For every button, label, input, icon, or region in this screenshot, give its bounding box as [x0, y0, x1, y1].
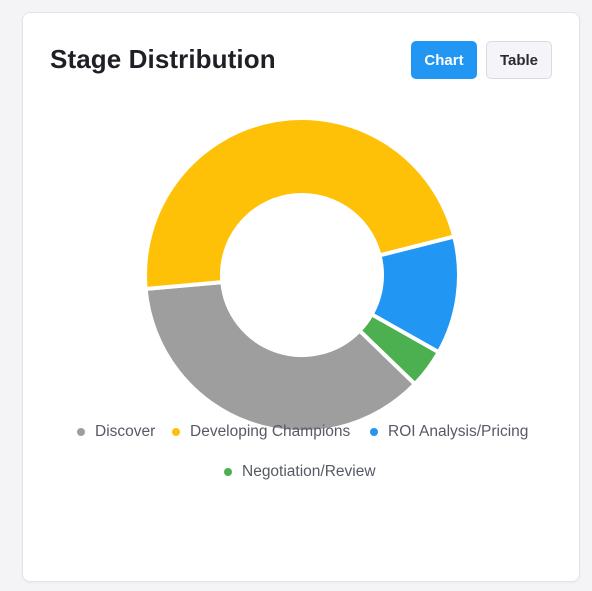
stage-distribution-card: Stage Distribution Chart Table Discover …: [22, 12, 580, 582]
legend-item-discover[interactable]: Discover: [77, 423, 155, 441]
legend-swatch-negotiation-review: [224, 468, 232, 476]
legend-label-developing-champions: Developing Champions: [190, 423, 351, 440]
legend-item-negotiation-review[interactable]: Negotiation/Review: [224, 463, 376, 481]
legend-swatch-roi-analysis: [370, 428, 378, 436]
legend-label-roi-analysis: ROI Analysis/Pricing: [388, 423, 529, 440]
legend-item-roi-analysis[interactable]: ROI Analysis/Pricing: [370, 423, 528, 441]
legend-label-negotiation-review: Negotiation/Review: [242, 463, 376, 480]
legend-swatch-developing-champions: [172, 428, 180, 436]
legend-label-discover: Discover: [95, 423, 156, 440]
donut-chart: [143, 115, 461, 434]
legend-item-developing-champions[interactable]: Developing Champions: [172, 423, 350, 441]
legend-swatch-discover: [77, 428, 85, 436]
